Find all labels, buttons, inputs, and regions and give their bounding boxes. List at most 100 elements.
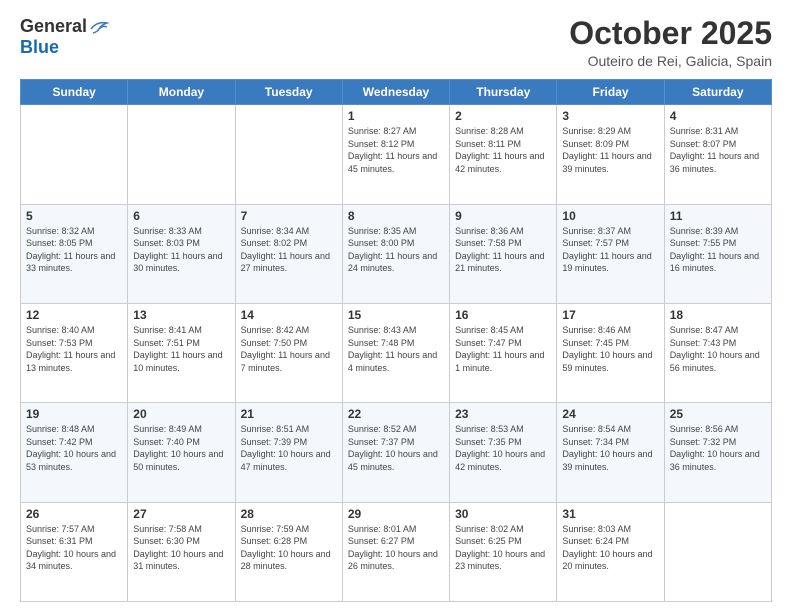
table-row: 21 Sunrise: 8:51 AMSunset: 7:39 PMDayligh…: [235, 403, 342, 502]
table-row: 19 Sunrise: 8:48 AMSunset: 7:42 PMDayligh…: [21, 403, 128, 502]
page: General Blue October 2025 Outeiro de Rei…: [0, 0, 792, 612]
table-row: 8Sunrise: 8:35 AMSunset: 8:00 PMDaylight…: [342, 204, 449, 303]
day-number: 29: [348, 507, 444, 521]
day-info: Sunrise: 8:43 AMSunset: 7:48 PMDaylight:…: [348, 324, 444, 374]
day-number: 1: [348, 109, 444, 123]
table-row: 14 Sunrise: 8:42 AMSunset: 7:50 PMDayligh…: [235, 303, 342, 402]
calendar-week-row: 12 Sunrise: 8:40 AMSunset: 7:53 PMDayligh…: [21, 303, 772, 402]
day-info: Sunrise: 8:51 AMSunset: 7:39 PMDaylight:…: [241, 423, 337, 473]
day-info: Sunrise: 8:53 AMSunset: 7:35 PMDaylight:…: [455, 423, 551, 473]
table-row: 18Sunrise: 8:47 AMSunset: 7:43 PMDayligh…: [664, 303, 771, 402]
logo: General Blue: [20, 16, 109, 58]
table-row: 1 Sunrise: 8:27 AMSunset: 8:12 PMDaylight…: [342, 105, 449, 204]
table-row: 4Sunrise: 8:31 AMSunset: 8:07 PMDaylight…: [664, 105, 771, 204]
day-number: 20: [133, 407, 229, 421]
subtitle: Outeiro de Rei, Galicia, Spain: [569, 53, 772, 69]
day-info: Sunrise: 8:35 AMSunset: 8:00 PMDaylight:…: [348, 225, 444, 275]
day-number: 18: [670, 308, 766, 322]
day-info: Sunrise: 8:54 AMSunset: 7:34 PMDaylight:…: [562, 423, 658, 473]
day-number: 28: [241, 507, 337, 521]
day-info: Sunrise: 8:39 AMSunset: 7:55 PMDaylight:…: [670, 225, 766, 275]
day-info: Sunrise: 8:27 AMSunset: 8:12 PMDaylight:…: [348, 125, 444, 175]
table-row: 16Sunrise: 8:45 AMSunset: 7:47 PMDayligh…: [450, 303, 557, 402]
day-info: Sunrise: 8:28 AMSunset: 8:11 PMDaylight:…: [455, 125, 551, 175]
table-row: [235, 105, 342, 204]
col-saturday: Saturday: [664, 80, 771, 105]
calendar-week-row: 26 Sunrise: 7:57 AMSunset: 6:31 PMDayligh…: [21, 502, 772, 601]
day-info: Sunrise: 8:40 AMSunset: 7:53 PMDaylight:…: [26, 324, 122, 374]
table-row: 24 Sunrise: 8:54 AMSunset: 7:34 PMDayligh…: [557, 403, 664, 502]
day-info: Sunrise: 7:59 AMSunset: 6:28 PMDaylight:…: [241, 523, 337, 573]
table-row: 25 Sunrise: 8:56 AMSunset: 7:32 PMDayligh…: [664, 403, 771, 502]
table-row: 20 Sunrise: 8:49 AMSunset: 7:40 PMDayligh…: [128, 403, 235, 502]
day-number: 11: [670, 209, 766, 223]
col-monday: Monday: [128, 80, 235, 105]
table-row: 6 Sunrise: 8:33 AMSunset: 8:03 PMDaylight…: [128, 204, 235, 303]
calendar-week-row: 19 Sunrise: 8:48 AMSunset: 7:42 PMDayligh…: [21, 403, 772, 502]
day-info: Sunrise: 8:02 AMSunset: 6:25 PMDaylight:…: [455, 523, 551, 573]
day-info: Sunrise: 8:46 AMSunset: 7:45 PMDaylight:…: [562, 324, 658, 374]
day-info: Sunrise: 8:01 AMSunset: 6:27 PMDaylight:…: [348, 523, 444, 573]
day-info: Sunrise: 8:37 AMSunset: 7:57 PMDaylight:…: [562, 225, 658, 275]
table-row: 17 Sunrise: 8:46 AMSunset: 7:45 PMDayligh…: [557, 303, 664, 402]
calendar-table: Sunday Monday Tuesday Wednesday Thursday…: [20, 79, 772, 602]
table-row: 30Sunrise: 8:02 AMSunset: 6:25 PMDayligh…: [450, 502, 557, 601]
table-row: 9 Sunrise: 8:36 AMSunset: 7:58 PMDaylight…: [450, 204, 557, 303]
day-info: Sunrise: 8:49 AMSunset: 7:40 PMDaylight:…: [133, 423, 229, 473]
day-info: Sunrise: 8:56 AMSunset: 7:32 PMDaylight:…: [670, 423, 766, 473]
table-row: 15Sunrise: 8:43 AMSunset: 7:48 PMDayligh…: [342, 303, 449, 402]
col-thursday: Thursday: [450, 80, 557, 105]
table-row: 5 Sunrise: 8:32 AMSunset: 8:05 PMDaylight…: [21, 204, 128, 303]
table-row: 23Sunrise: 8:53 AMSunset: 7:35 PMDayligh…: [450, 403, 557, 502]
day-number: 25: [670, 407, 766, 421]
day-number: 6: [133, 209, 229, 223]
day-info: Sunrise: 8:31 AMSunset: 8:07 PMDaylight:…: [670, 125, 766, 175]
day-info: Sunrise: 8:33 AMSunset: 8:03 PMDaylight:…: [133, 225, 229, 275]
day-info: Sunrise: 7:58 AMSunset: 6:30 PMDaylight:…: [133, 523, 229, 573]
day-number: 7: [241, 209, 337, 223]
col-wednesday: Wednesday: [342, 80, 449, 105]
day-number: 17: [562, 308, 658, 322]
title-block: October 2025 Outeiro de Rei, Galicia, Sp…: [569, 16, 772, 69]
table-row: 28 Sunrise: 7:59 AMSunset: 6:28 PMDayligh…: [235, 502, 342, 601]
col-sunday: Sunday: [21, 80, 128, 105]
day-info: Sunrise: 8:32 AMSunset: 8:05 PMDaylight:…: [26, 225, 122, 275]
table-row: 3Sunrise: 8:29 AMSunset: 8:09 PMDaylight…: [557, 105, 664, 204]
day-number: 14: [241, 308, 337, 322]
day-number: 9: [455, 209, 551, 223]
day-number: 22: [348, 407, 444, 421]
day-number: 21: [241, 407, 337, 421]
table-row: [664, 502, 771, 601]
table-row: [21, 105, 128, 204]
day-number: 3: [562, 109, 658, 123]
day-info: Sunrise: 8:41 AMSunset: 7:51 PMDaylight:…: [133, 324, 229, 374]
day-number: 24: [562, 407, 658, 421]
day-number: 12: [26, 308, 122, 322]
day-info: Sunrise: 8:36 AMSunset: 7:58 PMDaylight:…: [455, 225, 551, 275]
month-title: October 2025: [569, 16, 772, 51]
day-number: 27: [133, 507, 229, 521]
day-number: 2: [455, 109, 551, 123]
table-row: 11 Sunrise: 8:39 AMSunset: 7:55 PMDayligh…: [664, 204, 771, 303]
calendar-week-row: 1 Sunrise: 8:27 AMSunset: 8:12 PMDaylight…: [21, 105, 772, 204]
table-row: 22 Sunrise: 8:52 AMSunset: 7:37 PMDayligh…: [342, 403, 449, 502]
table-row: 31Sunrise: 8:03 AMSunset: 6:24 PMDayligh…: [557, 502, 664, 601]
table-row: 13Sunrise: 8:41 AMSunset: 7:51 PMDayligh…: [128, 303, 235, 402]
day-info: Sunrise: 8:52 AMSunset: 7:37 PMDaylight:…: [348, 423, 444, 473]
day-number: 5: [26, 209, 122, 223]
col-tuesday: Tuesday: [235, 80, 342, 105]
calendar-header-row: Sunday Monday Tuesday Wednesday Thursday…: [21, 80, 772, 105]
day-number: 10: [562, 209, 658, 223]
col-friday: Friday: [557, 80, 664, 105]
day-number: 26: [26, 507, 122, 521]
logo-blue-text: Blue: [20, 37, 59, 58]
day-info: Sunrise: 8:42 AMSunset: 7:50 PMDaylight:…: [241, 324, 337, 374]
day-number: 19: [26, 407, 122, 421]
day-info: Sunrise: 8:45 AMSunset: 7:47 PMDaylight:…: [455, 324, 551, 374]
day-info: Sunrise: 7:57 AMSunset: 6:31 PMDaylight:…: [26, 523, 122, 573]
day-info: Sunrise: 8:34 AMSunset: 8:02 PMDaylight:…: [241, 225, 337, 275]
table-row: 10 Sunrise: 8:37 AMSunset: 7:57 PMDayligh…: [557, 204, 664, 303]
day-info: Sunrise: 8:48 AMSunset: 7:42 PMDaylight:…: [26, 423, 122, 473]
table-row: 2 Sunrise: 8:28 AMSunset: 8:11 PMDaylight…: [450, 105, 557, 204]
table-row: 7 Sunrise: 8:34 AMSunset: 8:02 PMDaylight…: [235, 204, 342, 303]
